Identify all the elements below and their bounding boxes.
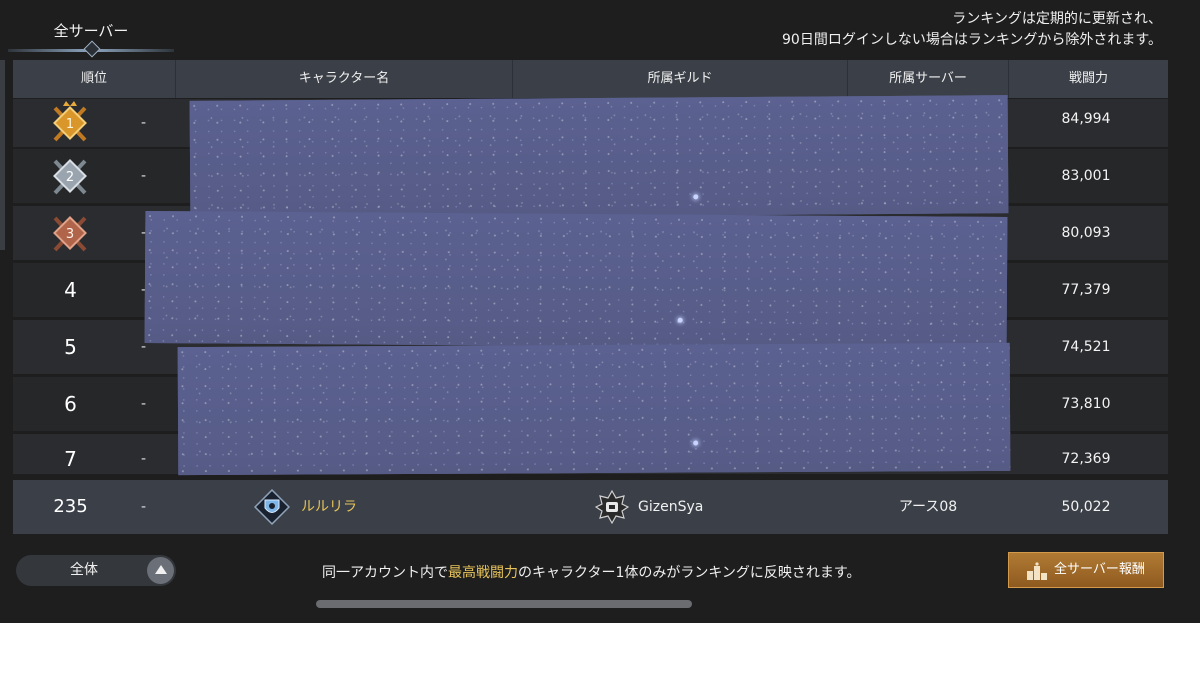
rank-label: 3 [66, 227, 74, 242]
row-dash: - [141, 115, 147, 131]
row-power: 74,521 [1061, 339, 1111, 355]
row-dash: - [141, 396, 147, 412]
my-power: 50,022 [1061, 499, 1111, 515]
star-dot [693, 440, 699, 446]
scope-filter-dropdown[interactable]: 全体 [16, 555, 176, 586]
note-text-highlight: 最高戦闘力 [448, 565, 518, 581]
tab-label: 全サーバー [53, 22, 129, 40]
row-rank: 5 [64, 335, 77, 359]
podium-icon [1027, 562, 1047, 580]
row-rank: 7 [64, 447, 77, 471]
ranking-screen: 全サーバー ランキングは定期的に更新され、 90日間ログインしない場合はランキン… [0, 0, 1200, 623]
header-character: キャラクター名 [176, 60, 513, 98]
row-power: 72,369 [1061, 451, 1111, 467]
note-text-before: 同一アカウント内で [322, 565, 448, 581]
left-edge-strip [0, 60, 5, 250]
gold-medal-icon: 1 [53, 101, 87, 142]
ranking-notice: ランキングは定期的に更新され、 90日間ログインしない場合はランキングから除外さ… [782, 9, 1162, 51]
my-server: アース08 [898, 499, 958, 515]
tab-all-servers[interactable]: 全サーバー [8, 10, 174, 58]
row-power: 80,093 [1061, 225, 1111, 241]
note-text-after: のキャラクター1体のみがランキングに反映されます。 [518, 565, 861, 581]
chevron-up-icon[interactable] [147, 557, 174, 584]
my-rank: 235 [53, 496, 88, 517]
row-power: 77,379 [1061, 282, 1111, 298]
class-emblem-icon [254, 489, 290, 525]
my-guild-name: GizenSya [638, 499, 704, 515]
header-power: 戦闘力 [1068, 71, 1108, 86]
notice-line-2: 90日間ログインしない場合はランキングから除外されます。 [782, 32, 1162, 48]
scope-filter-label: 全体 [70, 562, 98, 578]
star-dot [677, 317, 683, 323]
table-header: 順位 キャラクター名 所属ギルド 所属サーバー 戦闘力 [13, 60, 1168, 98]
redaction-tape [144, 210, 1008, 350]
reward-button-label: 全サーバー報酬 [1054, 562, 1145, 577]
row-power: 83,001 [1061, 168, 1111, 184]
horizontal-scrollbar[interactable] [316, 600, 692, 608]
rank-label: 2 [66, 170, 74, 185]
bronze-medal-icon: 3 [53, 216, 87, 252]
guild-emblem-icon [595, 490, 629, 524]
header-guild: 所属ギルド [513, 60, 848, 98]
rank-label: 1 [66, 117, 74, 132]
header-rank: 順位 [13, 60, 176, 98]
row-dash: - [141, 451, 147, 467]
my-rank-row[interactable]: 235 - ルルリラ GizenSya アース08 50,022 [13, 480, 1168, 534]
header-server: 所属サーバー [848, 60, 1009, 98]
redaction-tape [189, 95, 1009, 219]
row-power: 73,810 [1061, 396, 1111, 412]
notice-line-1: ランキングは定期的に更新され、 [952, 11, 1162, 27]
tab-indicator-icon [83, 40, 101, 58]
all-server-reward-button[interactable]: 全サーバー報酬 [1008, 552, 1164, 588]
silver-medal-icon: 2 [53, 159, 87, 195]
row-dash: - [141, 499, 147, 515]
row-rank: 6 [64, 392, 77, 416]
my-character-name: ルルリラ [301, 499, 357, 515]
star-dot [693, 194, 699, 200]
row-dash: - [141, 168, 147, 184]
row-rank: 4 [64, 278, 77, 302]
redaction-tape [177, 342, 1011, 476]
ranking-rule-note: 同一アカウント内で最高戦闘力のキャラクター1体のみがランキングに反映されます。 [322, 562, 861, 582]
row-power: 84,994 [1061, 111, 1111, 127]
